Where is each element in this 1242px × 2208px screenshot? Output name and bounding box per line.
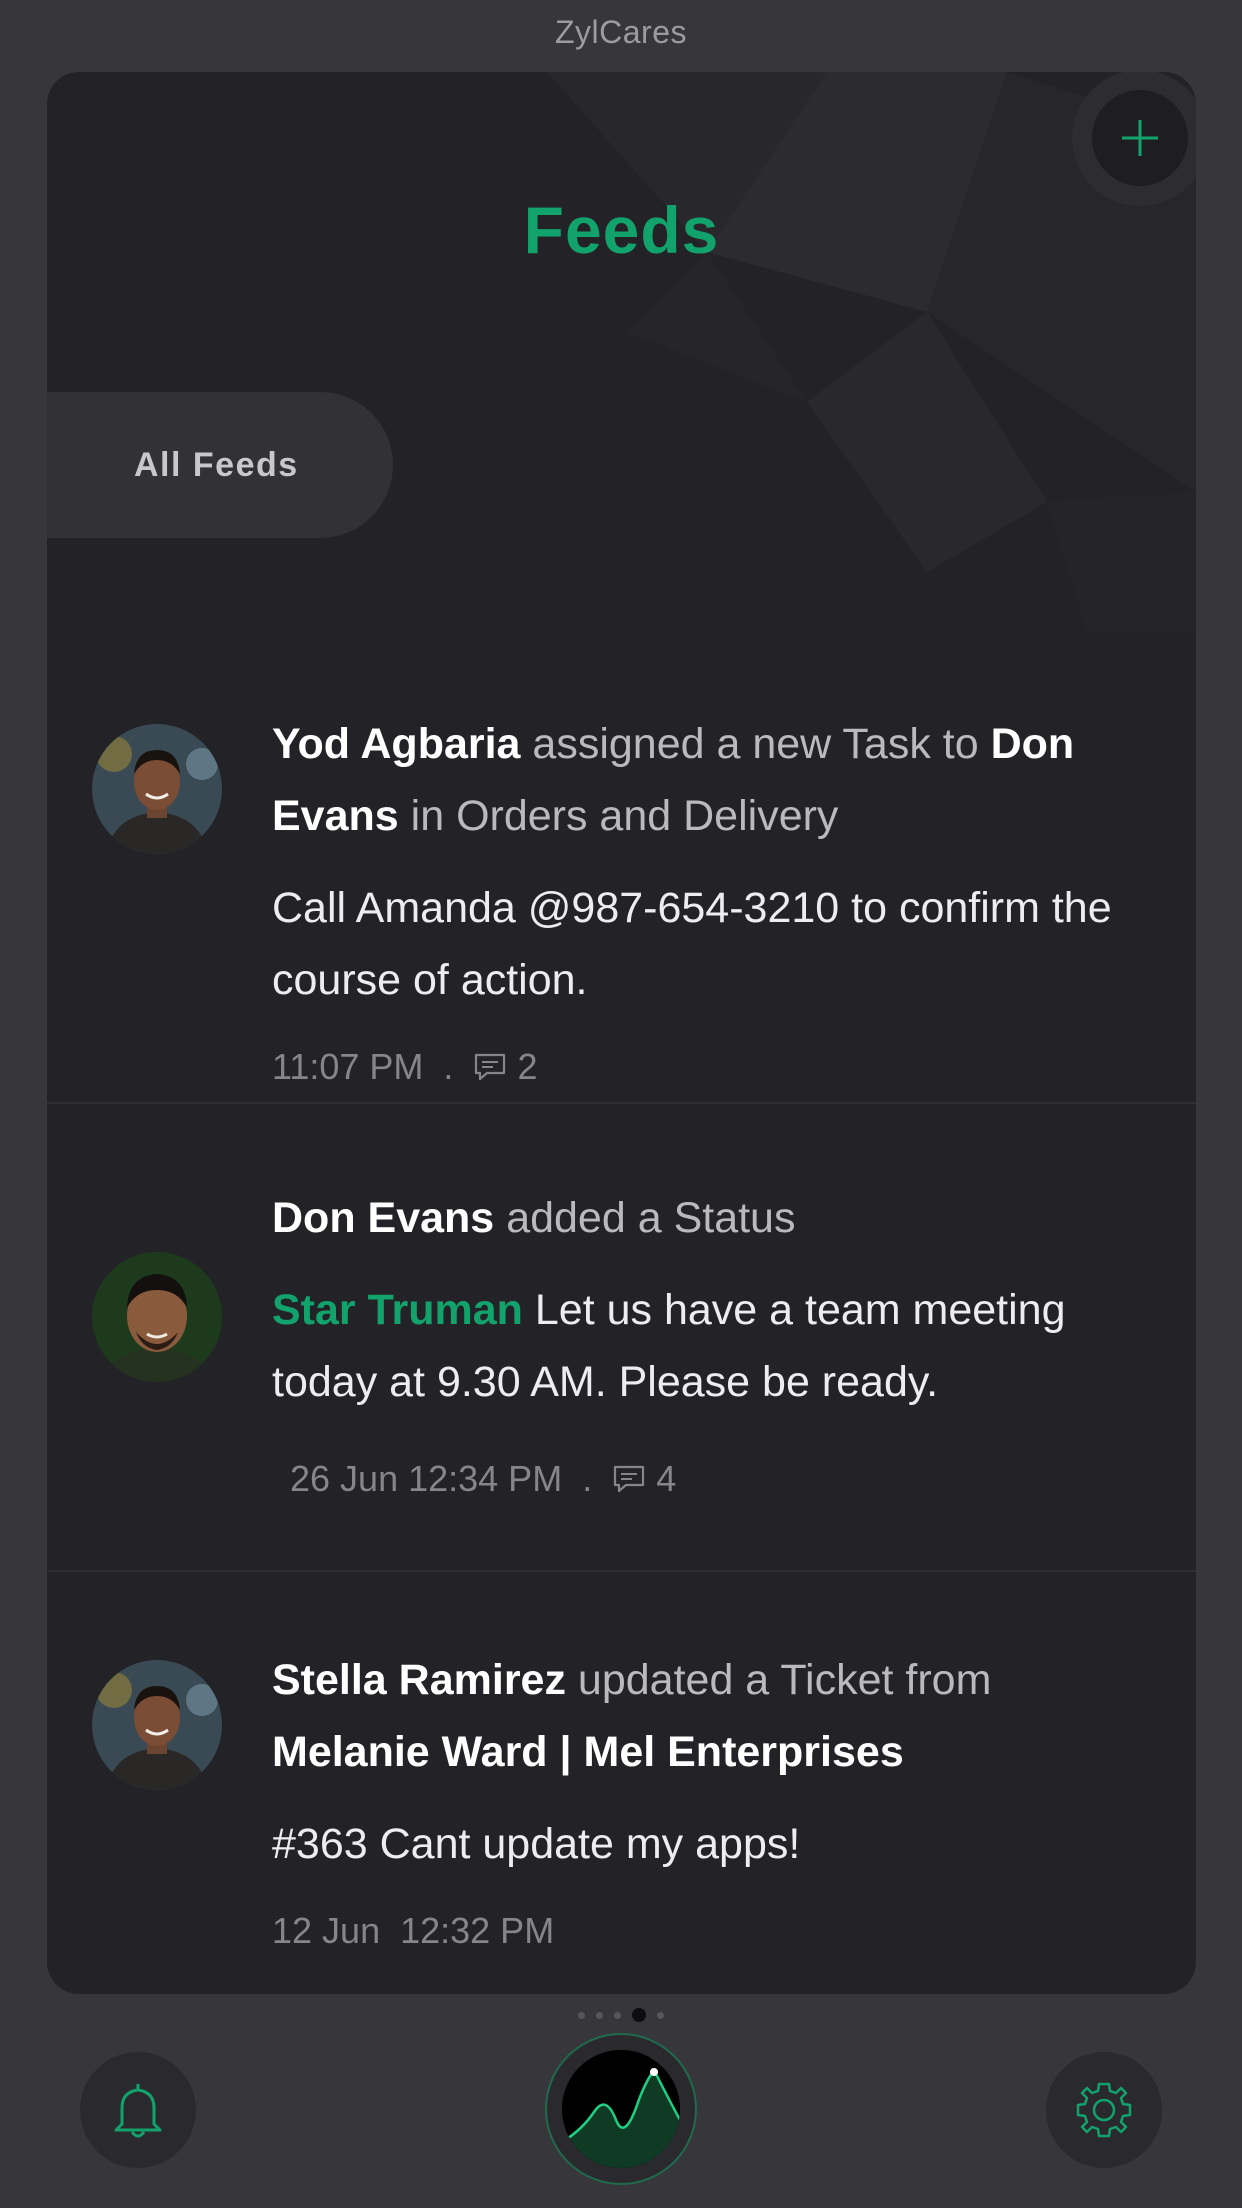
feed-time: 26 Jun 12:34 PM: [290, 1458, 563, 1499]
feed-actor[interactable]: Don Evans: [272, 1194, 494, 1242]
comment-icon: [614, 1465, 645, 1493]
feed-action: assigned a new Task to: [532, 720, 979, 768]
feed-message: Call Amanda @987-654-3210 to confirm the…: [272, 884, 1112, 1004]
feed-meta: 11:07 PM . 2: [272, 1046, 1152, 1088]
plus-icon: [1122, 120, 1158, 156]
feed-headline: Don Evans added a Status: [272, 1182, 1152, 1254]
feed-meta: 12 Jun 12:32 PM: [272, 1910, 1152, 1952]
app-title: ZylCares: [554, 14, 687, 50]
comment-icon: [475, 1053, 506, 1081]
page-dot[interactable]: [578, 2011, 585, 2019]
feed-body: Yod Agbaria assigned a new Task to Don E…: [272, 708, 1152, 1088]
page-dot[interactable]: [596, 2011, 603, 2019]
feed-message: #363 Cant update my apps!: [272, 1820, 801, 1868]
feed-divider: [47, 1102, 1196, 1104]
page-indicator: [0, 2008, 1242, 2022]
notifications-button[interactable]: [80, 2052, 196, 2168]
feed-body: Don Evans added a Status Star Truman Let…: [272, 1182, 1152, 1500]
all-feeds-label: All Feeds: [134, 445, 299, 484]
feed-message: Star Truman Let us have a team meeting t…: [272, 1274, 1152, 1418]
feed-time: 11:07 PM: [272, 1046, 424, 1087]
avatar[interactable]: [92, 1252, 222, 1382]
avatar[interactable]: [92, 724, 222, 854]
feed-headline: Yod Agbaria assigned a new Task to Don E…: [272, 708, 1152, 852]
page-dot-active[interactable]: [632, 2008, 646, 2022]
meta-separator: .: [582, 1458, 593, 1499]
feed-time: 12 Jun 12:32 PM: [272, 1910, 555, 1951]
feed-divider: [47, 1570, 1196, 1572]
activity-chart-icon: [562, 2050, 680, 2168]
feed-context: in Orders and Delivery: [410, 792, 839, 840]
feed-target[interactable]: Melanie Ward | Mel Enterprises: [272, 1728, 904, 1776]
meta-separator: .: [443, 1046, 454, 1087]
feeds-card: Feeds All Feeds Yod Agbaria assigned a n…: [47, 72, 1196, 1994]
gear-icon: [1076, 2082, 1132, 2138]
feed-actor[interactable]: Yod Agbaria: [272, 720, 520, 768]
comment-count: 2: [517, 1046, 538, 1087]
page-dot[interactable]: [657, 2011, 664, 2019]
bell-icon: [114, 2084, 162, 2138]
avatar[interactable]: [92, 1660, 222, 1790]
feed-action: updated a Ticket from: [577, 1656, 992, 1704]
all-feeds-filter[interactable]: All Feeds: [47, 392, 393, 538]
activity-button[interactable]: [545, 2033, 697, 2185]
background-pattern: [547, 72, 1196, 632]
comment-count-button[interactable]: 4: [612, 1458, 676, 1500]
feed-body: Stella Ramirez updated a Ticket from Mel…: [272, 1644, 1152, 1952]
feed-action: added a Status: [506, 1194, 796, 1242]
settings-button[interactable]: [1046, 2052, 1162, 2168]
page-title: Feeds: [523, 193, 720, 267]
feed-mention[interactable]: Star Truman: [272, 1286, 523, 1334]
feed-meta: 26 Jun 12:34 PM . 4: [272, 1458, 1152, 1500]
comment-count-button[interactable]: 2: [473, 1046, 537, 1088]
add-button[interactable]: [1092, 90, 1188, 186]
page-dot[interactable]: [614, 2011, 621, 2019]
feed-actor[interactable]: Stella Ramirez: [272, 1656, 566, 1704]
comment-count: 4: [656, 1458, 677, 1499]
feed-headline: Stella Ramirez updated a Ticket from Mel…: [272, 1644, 1152, 1788]
